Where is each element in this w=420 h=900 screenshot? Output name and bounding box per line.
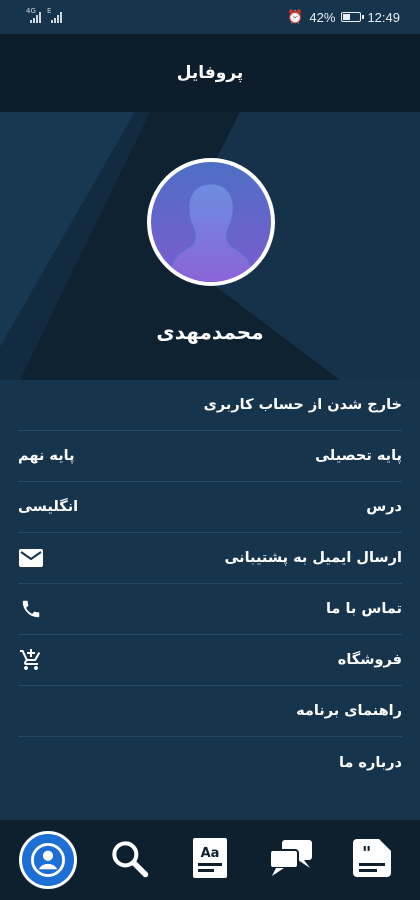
signal-strength-icon-2: E [47, 7, 62, 23]
guide-item[interactable]: راهنمای برنامه [18, 686, 402, 737]
tab-chat[interactable] [261, 830, 321, 890]
chat-icon [268, 838, 314, 882]
logout-label: خارج شدن از حساب کاربری [203, 397, 402, 413]
svg-text:": " [362, 843, 371, 864]
status-right: ⏰ 42% 12:49 [287, 9, 400, 25]
signal-strength-icon: 4G [26, 7, 41, 23]
alarm-icon: ⏰ [287, 9, 304, 24]
grade-value: پایه نهم [18, 448, 75, 464]
lesson-label: درس [366, 499, 402, 515]
guide-label: راهنمای برنامه [296, 703, 402, 719]
phone-icon [18, 596, 44, 622]
bottom-navigation: Aa " [0, 820, 420, 900]
status-bar: 4G E ⏰ 42% 12:49 [0, 0, 420, 34]
settings-menu: خارج شدن از حساب کاربری پایه تحصیلی پایه… [0, 380, 420, 820]
battery-level [343, 14, 350, 20]
store-item[interactable]: فروشگاه [18, 635, 402, 686]
logout-item[interactable]: خارج شدن از حساب کاربری [18, 380, 402, 431]
lesson-value: انگلیسی [18, 499, 79, 515]
tab-dictionary[interactable]: Aa [180, 830, 240, 890]
battery-icon [341, 12, 365, 22]
email-support-label: ارسال ایمیل به پشتیبانی [224, 550, 403, 566]
profile-name: محمدمهدی [156, 320, 264, 344]
avatar-silhouette-icon [151, 162, 271, 282]
app-header: پروفایل [0, 34, 420, 112]
avatar[interactable] [147, 158, 275, 286]
tab-profile[interactable] [18, 830, 78, 890]
svg-text:Aa: Aa [201, 846, 220, 861]
tab-search[interactable] [99, 830, 159, 890]
tab-quote[interactable]: " [342, 830, 402, 890]
contact-label: تماس با ما [325, 601, 402, 617]
email-support-item[interactable]: ارسال ایمیل به پشتیبانی [18, 533, 402, 584]
profile-icon [19, 831, 78, 889]
grade-item[interactable]: پایه تحصیلی پایه نهم [18, 431, 402, 482]
about-item[interactable]: درباره ما [18, 737, 402, 788]
search-icon [107, 836, 151, 884]
about-label: درباره ما [338, 754, 402, 771]
contact-item[interactable]: تماس با ما [18, 584, 402, 635]
quote-icon: " [351, 837, 393, 883]
clock: 12:49 [367, 9, 400, 25]
store-label: فروشگاه [337, 652, 402, 668]
dictionary-icon: Aa [192, 837, 228, 883]
signal-indicators: 4G E [26, 7, 62, 23]
page-title: پروفایل [176, 63, 244, 83]
grade-label: پایه تحصیلی [315, 448, 402, 464]
battery-percent: 42% [309, 9, 336, 25]
lesson-item[interactable]: درس انگلیسی [18, 482, 402, 533]
cart-icon [18, 647, 44, 673]
profile-section: محمدمهدی [0, 112, 420, 380]
email-icon [18, 545, 44, 571]
